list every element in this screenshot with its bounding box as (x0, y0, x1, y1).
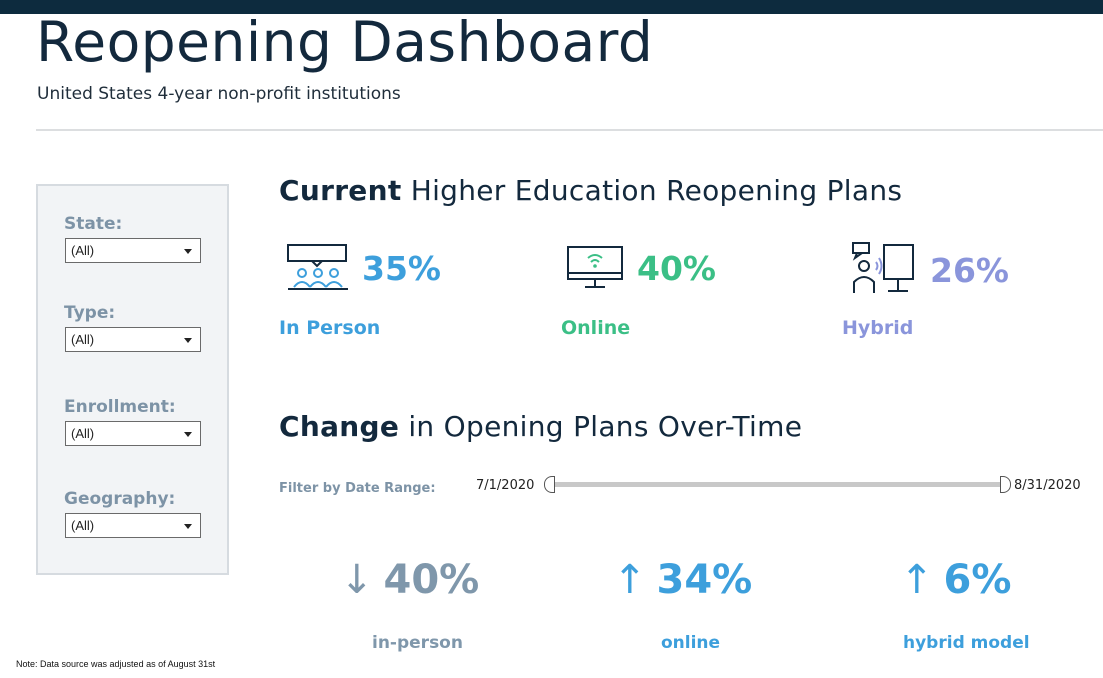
down-arrow-icon: ↓ (340, 557, 374, 603)
geography-dropdown[interactable]: (All) (65, 513, 201, 538)
date-range-start: 7/1/2020 (476, 478, 535, 493)
hybrid-teaching-icon (852, 242, 914, 293)
online-change-label: online (661, 633, 721, 653)
enrollment-dropdown-value: (All) (71, 426, 95, 441)
change-title: Change in Opening Plans Over-Time (279, 410, 803, 443)
hybrid-change: ↑ 6% (900, 557, 1012, 603)
date-range-slider-track[interactable] (552, 482, 1002, 487)
type-dropdown[interactable]: (All) (65, 327, 201, 352)
date-range-start-handle[interactable] (544, 476, 555, 493)
type-dropdown-value: (All) (71, 332, 95, 347)
state-dropdown-value: (All) (71, 243, 95, 258)
date-range-end-handle[interactable] (1000, 476, 1011, 493)
data-source-note: Note: Data source was adjusted as of Aug… (16, 659, 216, 669)
date-range-end: 8/31/2020 (1014, 478, 1081, 493)
in-person-change: ↓ 40% (340, 557, 480, 603)
date-range-label: Filter by Date Range: (279, 481, 436, 496)
chevron-down-icon (184, 524, 192, 529)
classroom-icon (287, 244, 348, 290)
in-person-percent: 35% (362, 249, 441, 288)
state-dropdown[interactable]: (All) (65, 238, 201, 263)
in-person-label: In Person (279, 317, 381, 339)
up-arrow-icon: ↑ (900, 557, 934, 603)
filter-label-type: Type: (64, 303, 116, 323)
filter-label-enrollment: Enrollment: (64, 397, 176, 417)
page-subtitle: United States 4-year non-profit institut… (37, 84, 401, 104)
chevron-down-icon (184, 432, 192, 437)
filter-label-geography: Geography: (64, 489, 176, 509)
geography-dropdown-value: (All) (71, 518, 95, 533)
online-label: Online (561, 317, 631, 339)
online-percent: 40% (637, 249, 716, 288)
hybrid-change-label: hybrid model (903, 633, 1030, 653)
hybrid-percent: 26% (930, 251, 1009, 290)
chevron-down-icon (184, 249, 192, 254)
enrollment-dropdown[interactable]: (All) (65, 421, 201, 446)
in-person-change-label: in-person (372, 633, 463, 653)
filter-label-state: State: (64, 214, 123, 234)
header-divider (36, 129, 1103, 131)
hybrid-label: Hybrid (842, 317, 914, 339)
online-change: ↑ 34% (613, 557, 753, 603)
page-title: Reopening Dashboard (36, 10, 654, 74)
computer-wifi-icon (567, 246, 623, 288)
filter-panel: State: (All) Type: (All) Enrollment: (Al… (36, 184, 229, 575)
up-arrow-icon: ↑ (613, 557, 647, 603)
current-plans-title: Current Higher Education Reopening Plans (279, 174, 903, 207)
chevron-down-icon (184, 338, 192, 343)
